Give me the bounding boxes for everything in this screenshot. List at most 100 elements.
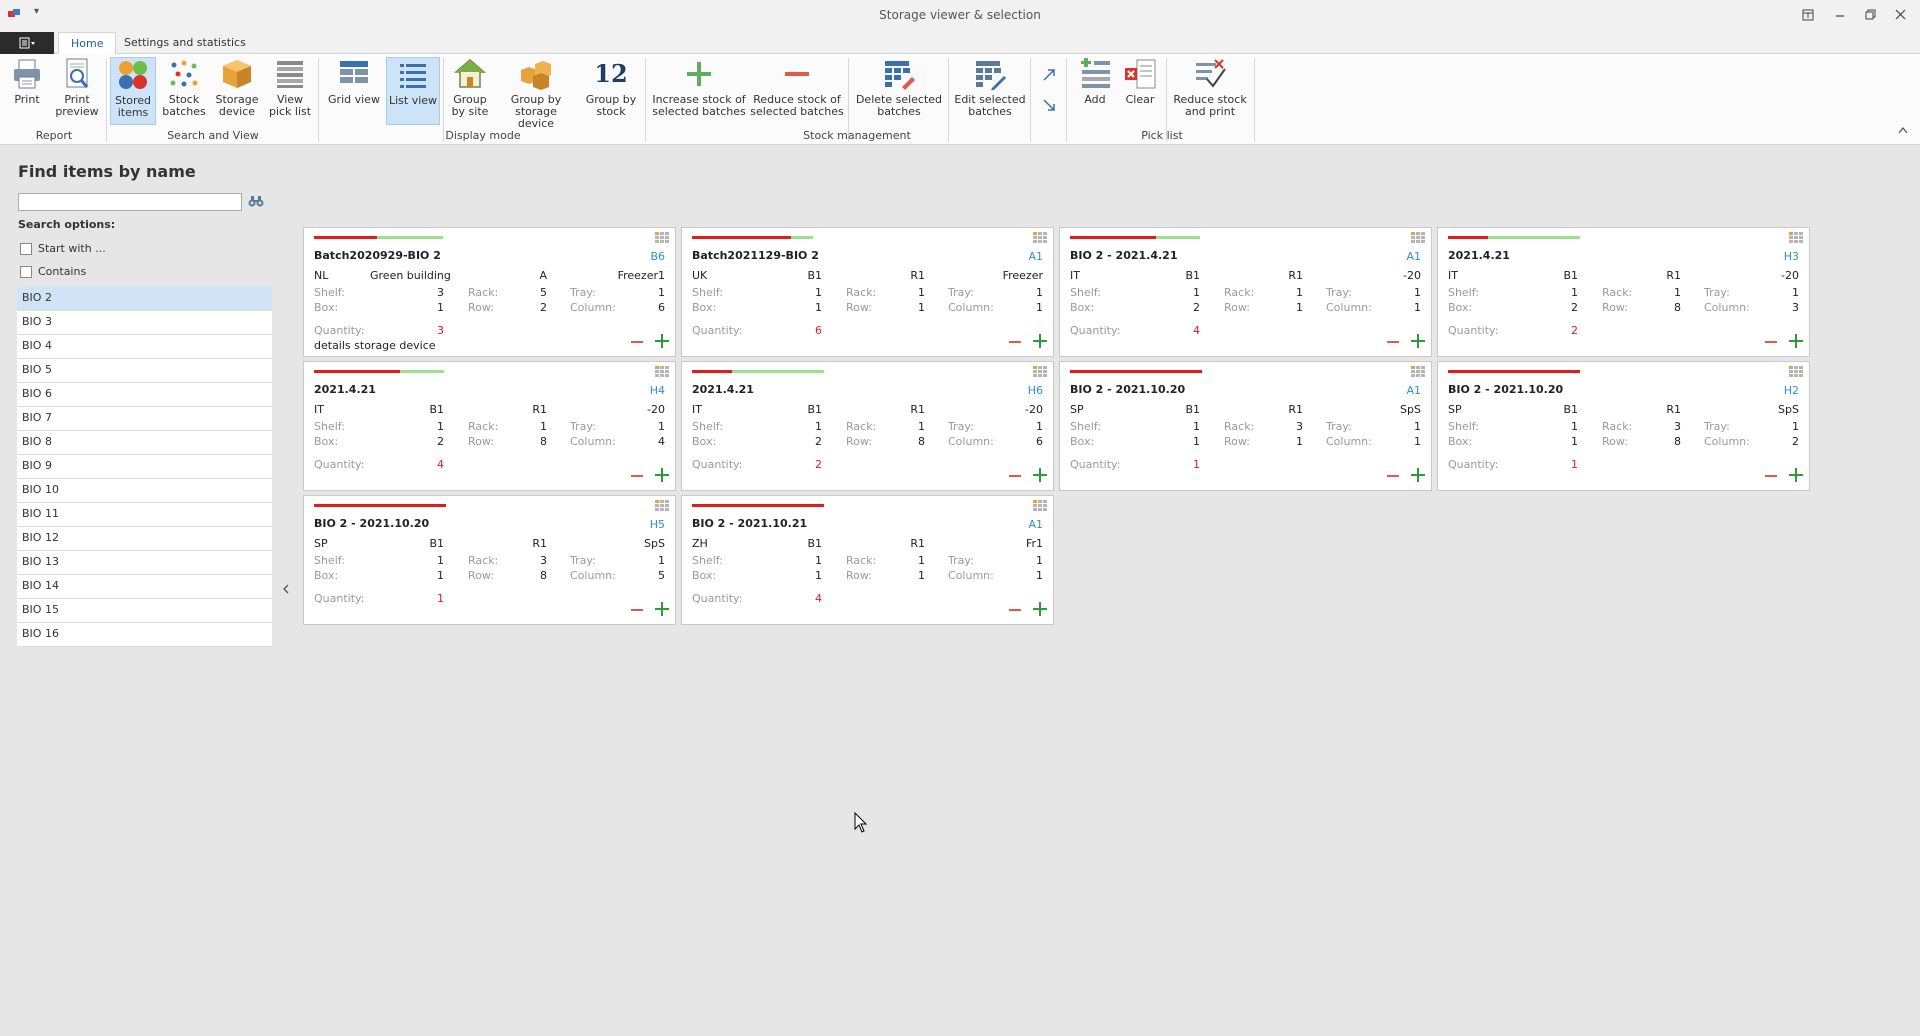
group-by-stock-button[interactable]: 12 Group by stock: [580, 57, 642, 125]
item-list: BIO 2 BIO 3 BIO 4 BIO 5 BIO 6 BIO 7 BIO 8 BIO 9…: [17, 287, 272, 647]
list-item[interactable]: BIO 7: [17, 407, 272, 431]
list-item[interactable]: BIO 5: [17, 359, 272, 383]
reduce-stock-button[interactable]: Reduce stock of selected batches: [750, 57, 844, 125]
stock-card[interactable]: 2021.4.21 H6 IT B1 R1 -20 Shelf: 1 Rack: 1 Tray: 1 B…: [681, 361, 1054, 491]
reduce-stock-icon[interactable]: [631, 470, 643, 482]
reduce-stock-and-print-button[interactable]: Reduce stock and print: [1170, 57, 1250, 125]
card-batch-name: BIO 2 - 2021.4.21: [1070, 249, 1178, 262]
collapse-panel-icon[interactable]: [282, 582, 290, 598]
list-item[interactable]: BIO 11: [17, 503, 272, 527]
increase-stock-icon[interactable]: [655, 468, 669, 482]
increase-stock-icon[interactable]: [1033, 602, 1047, 616]
close-icon[interactable]: [1886, 4, 1914, 26]
view-pick-list-button[interactable]: View pick list: [266, 57, 314, 125]
list-item[interactable]: BIO 15: [17, 599, 272, 623]
collapse-ribbon-icon[interactable]: [1898, 126, 1908, 137]
list-item[interactable]: BIO 12: [17, 527, 272, 551]
increase-stock-icon[interactable]: [655, 602, 669, 616]
storage-grid-icon[interactable]: [1033, 232, 1047, 244]
reduce-stock-icon[interactable]: [1765, 470, 1777, 482]
stock-card[interactable]: BIO 2 - 2021.4.21 A1 IT B1 R1 -20 Shelf: 1 Rack:…: [1059, 227, 1432, 357]
list-item[interactable]: BIO 9: [17, 455, 272, 479]
reduce-stock-icon[interactable]: [631, 336, 643, 348]
stock-card[interactable]: 2021.4.21 H3 IT B1 R1 -20 Shelf: 1 Rack: 1 Tray: 1 B…: [1437, 227, 1810, 357]
card-label-box: Box:: [1448, 301, 1473, 314]
stock-card[interactable]: BIO 2 - 2021.10.20 H5 SP B1 R1 SpS Shelf: 1 Rack…: [303, 495, 676, 625]
reduce-stock-icon[interactable]: [1009, 336, 1021, 348]
reduce-stock-icon[interactable]: [1009, 470, 1021, 482]
storage-grid-icon[interactable]: [1033, 500, 1047, 512]
list-item[interactable]: BIO 3: [17, 311, 272, 335]
group-separator: [1066, 58, 1067, 142]
card-label-box: Box:: [692, 301, 717, 314]
grid-view-button[interactable]: Grid view: [324, 57, 384, 125]
reduce-stock-icon[interactable]: [1009, 604, 1021, 616]
start-with-checkbox[interactable]: Start with ...: [20, 241, 200, 257]
expand-arrow-button[interactable]: [1034, 57, 1064, 125]
list-item[interactable]: BIO 4: [17, 335, 272, 359]
pin-window-icon[interactable]: [1794, 4, 1822, 26]
storage-grid-icon[interactable]: [1033, 366, 1047, 378]
card-batch-name: 2021.4.21: [692, 383, 754, 396]
storage-grid-icon[interactable]: [1411, 366, 1425, 378]
card-value-tray: 1: [658, 286, 665, 299]
list-item[interactable]: BIO 2: [17, 287, 272, 311]
reduce-stock-icon[interactable]: [1387, 470, 1399, 482]
increase-stock-icon[interactable]: [1033, 468, 1047, 482]
file-menu-button[interactable]: [0, 32, 54, 54]
increase-stock-icon[interactable]: [1789, 468, 1803, 482]
increase-stock-icon[interactable]: [1411, 468, 1425, 482]
increase-stock-icon[interactable]: [1789, 334, 1803, 348]
print-button[interactable]: Print: [4, 57, 50, 125]
storage-grid-icon[interactable]: [655, 500, 669, 512]
tab-home[interactable]: Home: [58, 32, 117, 55]
card-device: Freezer1: [617, 269, 665, 282]
list-item[interactable]: BIO 16: [17, 623, 272, 647]
card-value-rack: 3: [1674, 420, 1681, 433]
stock-card[interactable]: BIO 2 - 2021.10.20 A1 SP B1 R1 SpS Shelf: 1 Rack…: [1059, 361, 1432, 491]
list-item[interactable]: BIO 8: [17, 431, 272, 455]
clear-button[interactable]: Clear: [1118, 57, 1162, 125]
add-button[interactable]: Add: [1074, 57, 1116, 125]
increase-stock-button[interactable]: Increase stock of selected batches: [652, 57, 746, 125]
list-view-button[interactable]: List view: [386, 57, 440, 125]
card-value-box: 2: [1571, 301, 1578, 314]
delete-selected-batches-button[interactable]: Delete selected batches: [852, 57, 946, 125]
list-item[interactable]: BIO 6: [17, 383, 272, 407]
contains-checkbox[interactable]: Contains: [20, 264, 200, 280]
increase-stock-icon[interactable]: [1033, 334, 1047, 348]
list-item[interactable]: BIO 14: [17, 575, 272, 599]
contains-checkbox-box[interactable]: [20, 266, 32, 278]
start-with-checkbox-box[interactable]: [20, 243, 32, 255]
storage-grid-icon[interactable]: [655, 232, 669, 244]
storage-grid-icon[interactable]: [1789, 366, 1803, 378]
stock-card[interactable]: Batch2021129-BIO 2 A1 UK B1 R1 Freezer Shelf: 1…: [681, 227, 1054, 357]
stock-card[interactable]: 2021.4.21 H4 IT B1 R1 -20 Shelf: 1 Rack: 1 Tray: 1 B…: [303, 361, 676, 491]
reduce-stock-icon[interactable]: [1765, 336, 1777, 348]
reduce-stock-icon[interactable]: [1387, 336, 1399, 348]
binoculars-search-icon[interactable]: [248, 194, 264, 208]
storage-device-button[interactable]: Storage device: [212, 57, 262, 125]
edit-selected-batches-button[interactable]: Edit selected batches: [952, 57, 1028, 125]
list-item[interactable]: BIO 10: [17, 479, 272, 503]
storage-grid-icon[interactable]: [1411, 232, 1425, 244]
stock-card[interactable]: BIO 2 - 2021.10.21 A1 ZH B1 R1 Fr1 Shelf: 1 Rack…: [681, 495, 1054, 625]
reduce-stock-icon[interactable]: [631, 604, 643, 616]
minimize-icon[interactable]: [1826, 4, 1854, 26]
print-preview-button[interactable]: Print preview: [52, 57, 102, 125]
tab-settings-and-statistics[interactable]: Settings and statistics: [112, 32, 258, 55]
stock-card[interactable]: Batch2020929-BIO 2 B6 NL Green building A Fre…: [303, 227, 676, 357]
storage-grid-icon[interactable]: [655, 366, 669, 378]
group-by-storage-device-button[interactable]: Group by storage device: [496, 57, 576, 130]
search-input[interactable]: [18, 193, 242, 211]
group-by-site-button[interactable]: Group by site: [448, 57, 492, 125]
stored-items-button[interactable]: Stored items: [110, 57, 156, 125]
stock-batches-button[interactable]: Stock batches: [160, 57, 208, 125]
list-item[interactable]: BIO 13: [17, 551, 272, 575]
restore-icon[interactable]: [1856, 4, 1884, 26]
stock-card[interactable]: BIO 2 - 2021.10.20 H2 SP B1 R1 SpS Shelf: 1 Rack…: [1437, 361, 1810, 491]
increase-stock-icon[interactable]: [1411, 334, 1425, 348]
increase-stock-icon[interactable]: [655, 334, 669, 348]
storage-grid-icon[interactable]: [1789, 232, 1803, 244]
card-details-link[interactable]: details storage device: [314, 339, 436, 352]
